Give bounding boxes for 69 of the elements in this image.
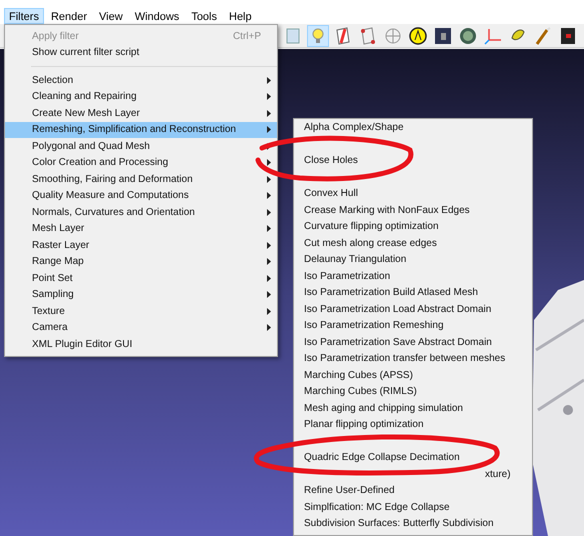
submenu-arrow-icon [267, 324, 271, 332]
menu-item[interactable]: Convex Hull [294, 186, 532, 202]
menu-item[interactable]: Close Holes [294, 153, 532, 170]
menu-item[interactable]: Quality Measure and Computations [5, 188, 277, 204]
submenu-arrow-icon [267, 110, 271, 117]
menu-item[interactable]: Tools [186, 8, 222, 24]
menu-item[interactable]: Filters [4, 8, 44, 24]
toolbar-button[interactable] [407, 24, 429, 46]
menu-item[interactable]: Cleaning and Repairing [5, 88, 277, 105]
menu-item[interactable]: Windows [130, 8, 184, 24]
submenu-arrow-icon [267, 208, 271, 216]
sphere-icon [383, 26, 403, 46]
submenu-arrow-icon [267, 258, 271, 266]
submenu-arrow-icon [267, 76, 271, 84]
menu-item[interactable]: Remeshing, Simplification and Reconstruction [5, 122, 277, 138]
menu-item[interactable]: Mesh aging and chipping simulation [294, 400, 532, 417]
menu-item[interactable]: Refine User-Defined [294, 483, 532, 500]
menu-item[interactable]: Quadric Edge Collapse Decimation [294, 450, 532, 466]
submenu-arrow-icon [267, 274, 271, 282]
submenu-arrow-icon [267, 93, 271, 100]
menu-item[interactable]: Render [46, 8, 92, 24]
menu-item[interactable]: Polygonal and Quad Mesh [5, 138, 277, 154]
submenu-arrow-icon [267, 126, 271, 134]
square-icon [558, 26, 578, 46]
menu-item[interactable]: Show current filter script [5, 44, 277, 61]
menu-item[interactable]: Marching Cubes (APSS) [294, 368, 532, 384]
menu-item[interactable]: Iso Parametrization transfer between meshes [294, 351, 532, 368]
menu-item[interactable]: Smoothing, Fairing and Deformation [5, 171, 277, 188]
menu-item[interactable]: XML Plugin Editor GUI [5, 336, 277, 352]
menu-item[interactable]: Help [224, 8, 257, 24]
menu-item[interactable]: Iso Parametrization Load Abstract Domain [294, 302, 532, 318]
menu-item[interactable]: Point Set [5, 270, 277, 286]
menu-item[interactable]: Sampling [5, 286, 277, 303]
menu-item-fragment: xture) [485, 468, 511, 480]
menu-item[interactable]: Range Map [5, 254, 277, 270]
letter-circle-icon [408, 26, 428, 46]
menu-item[interactable]: Simplfication: MC Edge Collapse [294, 500, 532, 516]
menu-item[interactable]: Camera [5, 320, 277, 336]
submenu-arrow-icon [267, 291, 271, 298]
menu-item[interactable]: Alpha Complex/Shape [294, 120, 532, 136]
menu-item[interactable]: Curvature flipping optimization [294, 219, 532, 236]
menu-item[interactable]: Marching Cubes (RIMLS) [294, 384, 532, 400]
menu-item[interactable]: Selection [5, 72, 277, 88]
menu-item[interactable]: Iso Parametrization Build Atlased Mesh [294, 285, 532, 302]
submenu-arrow-icon [267, 192, 271, 200]
submenu-arrow-icon [267, 176, 271, 183]
brush-icon [533, 26, 553, 46]
submenu-arrow-icon [267, 308, 271, 315]
menu-item[interactable]: Delaunay Triangulation [294, 252, 532, 268]
menu-item[interactable]: Subdivision Surfaces: Butterfly Subdivision [294, 516, 532, 532]
menu-item[interactable]: Texture [5, 303, 277, 320]
menu-item[interactable]: Crease Marking with NonFaux Edges [294, 202, 532, 219]
menu-item[interactable]: Create New Mesh Layer [5, 105, 277, 122]
submenu-arrow-icon [267, 159, 271, 166]
menu-item[interactable]: Normals, Curvatures and Orientation [5, 204, 277, 220]
menu-item[interactable]: Iso Parametrization Remeshing [294, 318, 532, 334]
menu-item[interactable]: View [94, 8, 128, 24]
submenu-arrow-icon [267, 242, 271, 249]
menu-item[interactable]: Raster Layer [5, 237, 277, 254]
menu-item[interactable]: Cut mesh along crease edges [294, 236, 532, 252]
submenu-arrow-icon [267, 142, 271, 150]
menu-item[interactable]: Color Creation and Processing [5, 154, 277, 171]
menu-item[interactable]: Planar flipping optimization [294, 417, 532, 434]
menu-item[interactable]: Mesh Layer [5, 220, 277, 237]
submenu-arrow-icon [267, 225, 271, 232]
disc-icon [458, 26, 478, 46]
menu-item[interactable]: Iso Parametrization Save Abstract Domain [294, 334, 532, 351]
wire-box-icon [358, 26, 378, 46]
menu-item[interactable]: Iso Parametrization [294, 268, 532, 285]
